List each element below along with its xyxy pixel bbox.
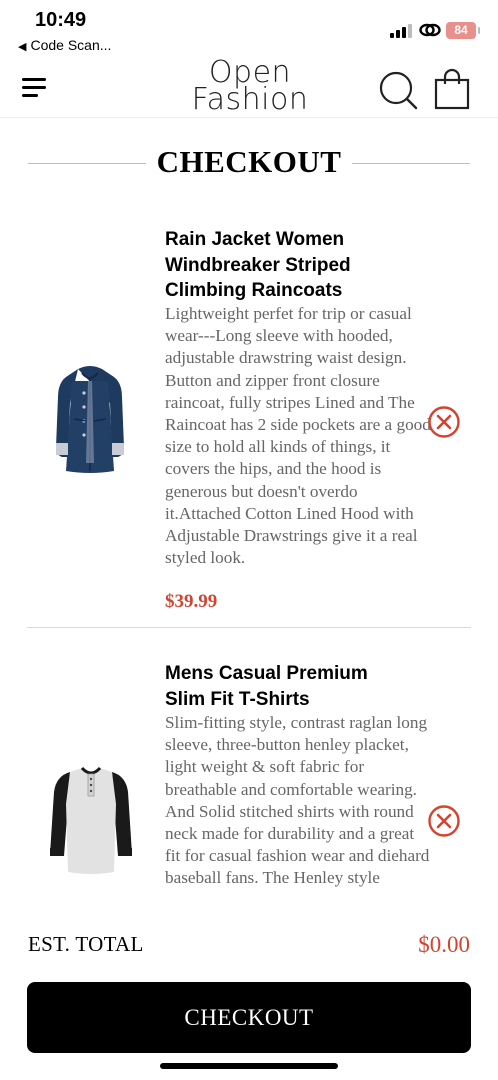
search-icon[interactable]: [378, 70, 418, 110]
header-divider: [0, 117, 498, 118]
remove-item-icon[interactable]: [427, 405, 461, 439]
product-description: Slim-fitting style, contrast raglan long…: [165, 713, 430, 888]
cart-item: Rain Jacket Women Windbreaker Striped Cl…: [0, 205, 498, 625]
link-icon: [419, 23, 441, 37]
product-image-raincoat: [56, 366, 124, 473]
checkout-button[interactable]: CHECKOUT: [27, 982, 471, 1053]
product-image-shirt: [50, 766, 132, 874]
logo: Open Fashion: [180, 58, 320, 118]
est-total-label: EST. TOTAL: [28, 932, 144, 956]
product-name: Rain Jacket Women Windbreaker Striped Cl…: [165, 229, 351, 301]
battery-level: 84: [454, 23, 468, 37]
est-total-value: $0.00: [418, 932, 470, 957]
signal-icon: [390, 24, 414, 38]
cart-list[interactable]: Rain Jacket Women Windbreaker Striped Cl…: [0, 205, 498, 917]
home-indicator[interactable]: [160, 1063, 338, 1069]
product-description: Lightweight perfet for trip or casual we…: [165, 304, 431, 568]
menu-icon[interactable]: [22, 78, 48, 98]
page-title: CHECKOUT: [156, 144, 342, 179]
page-title-row: CHECKOUT: [0, 140, 498, 188]
back-triangle-icon: ◀: [18, 41, 27, 53]
shopping-bag-icon[interactable]: [434, 68, 470, 110]
product-name: Mens Casual Premium Slim Fit T-Shirts: [165, 663, 368, 710]
remove-item-icon[interactable]: [427, 804, 461, 838]
cart-item: Mens Casual Premium Slim Fit T-Shirts Sl…: [0, 628, 498, 917]
status-bar: 10:49 ◀ Code Scan... 84: [0, 0, 498, 60]
back-to-app-link[interactable]: ◀ Code Scan...: [18, 37, 111, 53]
logo-line-2: Fashion: [191, 82, 309, 117]
back-app-label: Code Scan...: [30, 37, 112, 53]
product-price: $39.99: [165, 591, 218, 612]
status-time: 10:49: [35, 9, 87, 31]
title-rule-right: [352, 163, 470, 164]
battery-icon: 84: [446, 22, 480, 39]
